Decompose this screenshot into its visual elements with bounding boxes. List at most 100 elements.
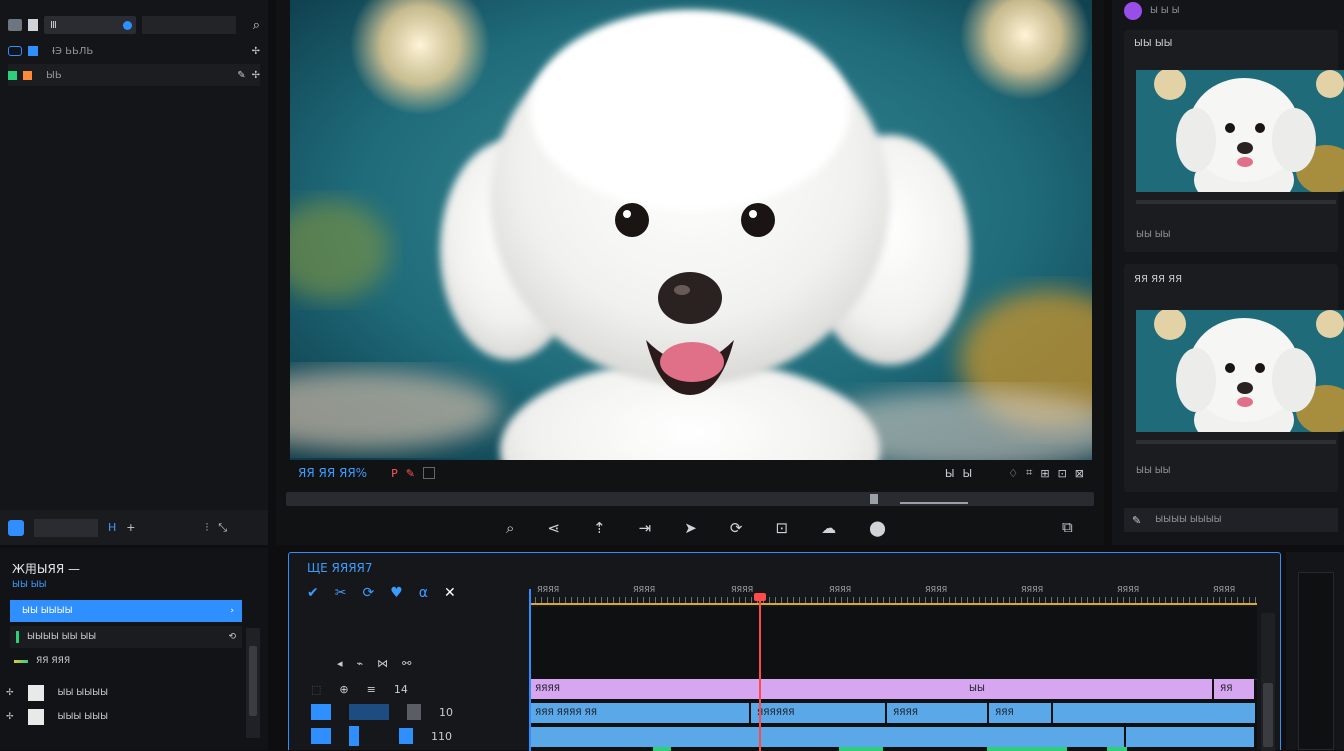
playhead[interactable] [759, 595, 761, 751]
play-icon[interactable]: ➤ [684, 519, 697, 537]
project-scrollbar[interactable] [246, 628, 260, 738]
settings-icon[interactable]: ⧉ [1062, 518, 1073, 536]
move-icon[interactable]: ✢ [6, 712, 14, 722]
preset-thumbnail[interactable] [1136, 70, 1344, 192]
effects-footer[interactable]: ✎ ЫЫЫЫ ЫЫЫЫ [1124, 508, 1338, 532]
viewer-control[interactable]: Ы [963, 467, 973, 480]
razor-tool-icon[interactable]: ✂ [335, 585, 347, 601]
playhead-handle[interactable] [754, 593, 766, 601]
audio-clip[interactable] [1126, 727, 1254, 747]
export-icon[interactable]: ⬤ [869, 519, 886, 537]
shield-icon[interactable]: ♢ [1008, 467, 1018, 480]
marker-icon[interactable]: ✎ [406, 467, 415, 480]
ruler-label: ЯЯЯЯ [633, 585, 656, 594]
project-item-selected[interactable]: ЫЫ ЫЫЫЫ › [10, 600, 242, 622]
purple-clip[interactable]: ЯЯЯЯ [529, 679, 1212, 699]
timeline-scrollbar[interactable] [1261, 613, 1275, 751]
view-toggle[interactable]: H [108, 521, 116, 534]
edit-icon[interactable]: ✎ [237, 70, 245, 81]
purple-clip[interactable]: ЫЫ [963, 679, 1023, 699]
safe-area-icon[interactable]: ⊡ [1058, 467, 1067, 480]
track-target[interactable] [349, 704, 389, 720]
purple-clip[interactable]: ЯЯ [1214, 679, 1254, 699]
blue-clip[interactable]: ЯЯЯЯЯЯ [751, 703, 885, 723]
effects-panel: Ы Ы Ы ЫЫ ЫЫ ЫЫ ЫЫ ЯЯ ЯЯ ЯЯ ЫЫ ЫЫ ✎ ЫЫЫЫ … [1112, 0, 1344, 545]
add-icon[interactable]: ✢ [252, 46, 260, 57]
preset-thumbnail[interactable] [1136, 310, 1344, 432]
toggle-square[interactable] [407, 704, 421, 720]
alpha-tool-icon[interactable]: α [419, 585, 428, 601]
green-clip[interactable] [987, 747, 1067, 751]
plus-icon[interactable]: + [126, 521, 135, 534]
viewer-scrubber[interactable] [286, 492, 1094, 506]
step-back-icon[interactable]: ⋖ [547, 519, 560, 537]
move-icon[interactable]: ✢ [6, 688, 14, 698]
project-item-label: ЫЫЫЫ ЫЫ ЫЫ [27, 632, 97, 642]
fullscreen-icon[interactable]: ⊠ [1075, 467, 1084, 480]
track-header-3[interactable]: 110 [303, 725, 529, 747]
in-point-marker[interactable] [529, 589, 531, 751]
grid-icon[interactable]: ⊞ [1040, 467, 1049, 480]
blue-clip[interactable]: ЯЯЯ [989, 703, 1051, 723]
crop-icon[interactable]: ⌗ [1026, 466, 1032, 480]
snapshot-icon[interactable]: ⊡ [775, 519, 788, 537]
marker-icon[interactable]: ⋈ [377, 657, 388, 670]
track-header-1[interactable]: ⬚ ⊕ ≡ 14 [303, 679, 529, 699]
project-item[interactable]: ✢ ЫЫ ЫЫЫЫ [0, 682, 240, 704]
expand-icon[interactable]: ⤡ [218, 521, 227, 535]
project-item[interactable]: ЯЯ ЯЯЯ [10, 650, 242, 672]
project-item[interactable]: ✢ ЫЫЫ ЫЫЫ [0, 706, 240, 728]
menu-icon[interactable]: ≡ [367, 683, 376, 696]
green-clip[interactable] [839, 747, 883, 751]
media-row-1[interactable]: Ⅲ ⌕ [8, 14, 260, 36]
blue-clip[interactable]: ЯЯЯЯ [887, 703, 987, 723]
media-search-box[interactable]: Ⅲ [44, 16, 136, 34]
blue-clip[interactable]: ЯЯЯ ЯЯЯЯ ЯЯ [529, 703, 749, 723]
mark-out-icon[interactable]: ⇥ [639, 519, 652, 537]
track-target[interactable] [349, 726, 359, 746]
track-header-2[interactable]: 10 [303, 701, 529, 723]
zoom-icon[interactable]: ⌕ [506, 519, 514, 537]
marker-label[interactable]: P [391, 467, 398, 480]
audio-meter-panel [1286, 552, 1344, 750]
viewer-control[interactable]: Ы [945, 467, 955, 480]
mark-in-icon[interactable]: ⇡ [593, 519, 606, 537]
eye-icon[interactable]: ⊕ [339, 683, 348, 696]
refresh-icon[interactable]: ⟲ [228, 632, 236, 642]
folder-icon [8, 19, 22, 31]
effects-search[interactable]: ЫЫЫЫ ЫЫЫЫ [1155, 515, 1221, 525]
track-label: 10 [439, 705, 453, 719]
wand-icon[interactable]: ✎ [1132, 514, 1141, 527]
select-tool-icon[interactable]: ✔ [307, 585, 319, 601]
square-icon[interactable] [422, 467, 435, 479]
pointer-icon[interactable]: ◂ [337, 657, 343, 670]
media-type-icon[interactable] [8, 519, 24, 536]
media-row-3[interactable]: ЫЬ ✎ ✢ [8, 64, 260, 86]
search-icon[interactable]: ⌕ [253, 18, 260, 33]
timeline-ruler[interactable]: ЯЯЯЯ ЯЯЯЯ ЯЯЯЯ ЯЯЯЯ ЯЯЯЯ ЯЯЯЯ ЯЯЯЯ ЯЯЯЯ [529, 583, 1257, 605]
snap-icon[interactable]: ⚯ [402, 657, 411, 670]
toggle-square[interactable] [399, 728, 413, 744]
audio-clip[interactable] [529, 727, 1124, 747]
video-track-icon[interactable] [311, 704, 331, 720]
media-row-2[interactable]: ƗЭ ЬЬЛЬ ✢ [8, 40, 260, 62]
ripple-tool-icon[interactable]: ⟳ [362, 585, 374, 601]
scrubber-handle[interactable] [870, 494, 878, 504]
move-icon[interactable]: ✢ [252, 70, 260, 81]
sliders-icon[interactable]: ⫶ [206, 521, 209, 535]
preset-card-2[interactable]: ЯЯ ЯЯ ЯЯ ЫЫ ЫЫ [1124, 264, 1344, 492]
avatar[interactable] [1124, 2, 1142, 20]
video-track-icon[interactable] [311, 728, 331, 744]
blue-clip[interactable] [1053, 703, 1255, 723]
loop-icon[interactable]: ⟳ [730, 519, 743, 537]
audio-icon[interactable]: ☁ [821, 519, 836, 537]
lock-icon[interactable]: ⬚ [311, 683, 321, 696]
preset-card-1[interactable]: ЫЫ ЫЫ ЫЫ ЫЫ [1124, 30, 1344, 252]
green-clip[interactable] [1107, 747, 1127, 751]
project-item[interactable]: ЫЫЫЫ ЫЫ ЫЫ ⟲ [10, 626, 242, 648]
green-clip[interactable] [653, 747, 671, 751]
close-icon[interactable]: ✕ [444, 585, 456, 601]
track-area[interactable]: ЯЯЯЯ ЫЫ ЯЯ ЯЯЯ ЯЯЯЯ ЯЯ ЯЯЯЯЯЯ ЯЯЯЯ ЯЯЯ [529, 607, 1257, 751]
slip-tool-icon[interactable]: ♥ [390, 585, 403, 601]
link-icon[interactable]: ⌁ [357, 657, 364, 670]
